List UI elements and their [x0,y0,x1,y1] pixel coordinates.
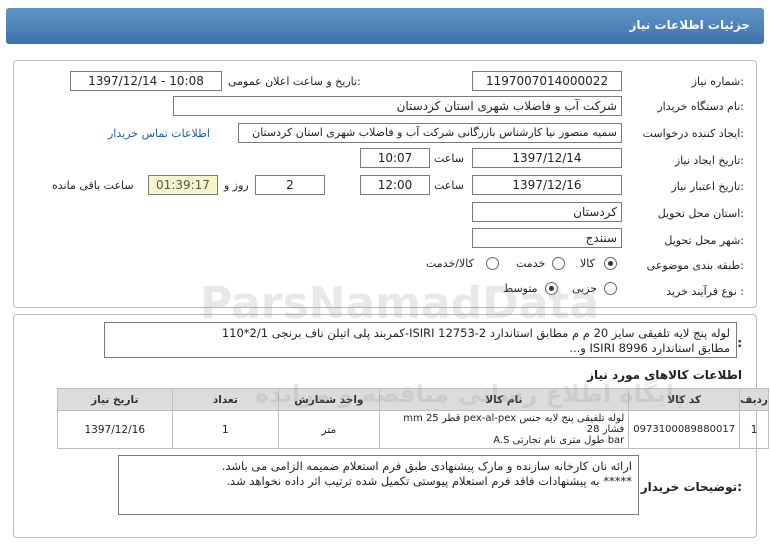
days-label: روز و [224,179,249,192]
province-label: استان محل تحویل: [657,207,744,220]
city-label: شهر محل تحویل: [664,234,744,247]
category-goods-service-label: کالا/خدمت [426,257,474,270]
remaining-label: ساعت باقی مانده [52,179,134,192]
header-strip: جزئیات اطلاعات نیاز [6,8,764,44]
buyer-notes-line2: ***** به پیشنهادات فاقد فرم استعلام پیوس… [226,474,632,488]
category-goods-label: کالا [580,257,595,270]
general-description-box: لوله پنج لایه تلفیقی سایز 20 م م مطابق ا… [104,322,737,358]
category-radio-goods-service[interactable] [486,257,499,270]
buyer-notes-box: ارائه نان کارخانه سازنده و مارک پیشنهادی… [118,455,639,515]
buyer-notes-label: توضیحات خریدار: [640,480,742,494]
created-date-label: تاریخ ایجاد نیاز: [674,154,744,167]
col-code-header: کد کالا [628,388,741,411]
announce-label: تاریخ و ساعت اعلان عمومی: [228,75,361,88]
validity-time-field: 12:00 [360,175,430,195]
creator-label: ایجاد کننده درخواست: [642,127,744,140]
process-label: نوع فرآیند خرید : [666,285,744,298]
col-row-header: ردیف [739,388,769,411]
contact-buyer-link[interactable]: اطلاعات تماس خریدار [108,127,210,140]
table-row[interactable]: 1397/12/16 1 متر لوله تلفیقی پنج لایه جن… [57,410,769,449]
need-number-field: 1197007014000022 [472,71,622,91]
category-radio-service[interactable] [552,257,565,270]
process-medium-label: متوسط [503,282,538,295]
province-field: کردستان [472,202,622,222]
created-time-label: ساعت [434,152,464,165]
process-radio-minor[interactable] [604,282,617,295]
validity-time-label: ساعت [434,179,464,192]
cell-date: 1397/12/16 [57,410,173,449]
creator-field: سمیه منصور نیا کارشناس بازرگانی شرکت آب … [238,123,622,143]
created-time-field: 10:07 [360,148,430,168]
general-description-line2: مطابق استاندارد ISIRI 8996 و... [569,341,730,355]
items-table-header: تاریخ نیاز تعداد واحد شمارش نام کالا کد … [57,388,769,411]
days-field: 2 [255,175,325,195]
col-name-header: نام کالا [378,388,630,411]
category-radio-goods[interactable] [604,257,617,270]
page-title: جزئیات اطلاعات نیاز [629,18,750,32]
col-date-header: تاریخ نیاز [57,388,173,411]
announce-field: 1397/12/14 - 10:08 [70,71,222,91]
process-minor-label: جزیی [572,282,598,295]
cell-qty: 1 [171,410,280,449]
header-bar: جزئیات اطلاعات نیاز [0,0,770,48]
cell-row: 1 [739,410,769,449]
created-date-field: 1397/12/14 [472,148,622,168]
process-radio-medium[interactable] [545,282,558,295]
cell-unit: متر [278,410,380,449]
items-title: اطلاعات کالاهای مورد نیاز [587,368,742,382]
items-table: تاریخ نیاز تعداد واحد شمارش نام کالا کد … [57,388,769,449]
cell-name-line2: bar طول متری نام تجارتی A.S [493,435,625,446]
general-description-line1: لوله پنج لایه تلفیقی سایز 20 م م مطابق ا… [221,326,730,340]
validity-date-field: 1397/12/16 [472,175,622,195]
buyer-org-field: شرکت آب و فاضلاب شهری استان کردستان [173,96,622,116]
city-field: سنندج [472,228,622,248]
validity-label: تاریخ اعتبار نیاز: [671,180,744,193]
buyer-notes-line1: ارائه نان کارخانه سازنده و مارک پیشنهادی… [221,459,632,473]
need-number-label: شماره نیاز: [691,75,744,88]
cell-name-line1: لوله تلفیقی پنج لایه جنس pex-al-pex قطر … [403,413,625,435]
buyer-org-label: نام دستگاه خریدار: [657,100,744,113]
col-unit-header: واحد شمارش [278,388,380,411]
cell-name: لوله تلفیقی پنج لایه جنس pex-al-pex قطر … [378,410,630,449]
category-service-label: خدمت [516,257,546,270]
category-label: طبقه بندی موضوعی: [646,259,744,272]
col-qty-header: تعداد [171,388,280,411]
remaining-time-field: 01:39:17 [148,175,218,195]
cell-code: 0973100089880017 [628,410,741,449]
